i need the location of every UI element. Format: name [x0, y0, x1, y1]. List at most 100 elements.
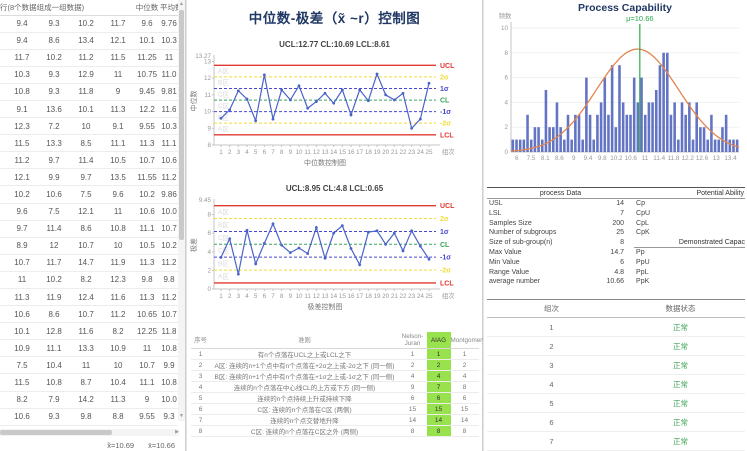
table-cell[interactable]: 10.9: [6, 340, 38, 357]
table-cell[interactable]: 8.6: [38, 306, 70, 323]
table-cell[interactable]: 12: [38, 237, 70, 254]
table-row[interactable]: 10.112.811.68.212.2511.8: [0, 323, 178, 340]
table-row[interactable]: 12.37.2109.19.5510.3: [0, 118, 178, 135]
table-row[interactable]: 10.69.39.88.89.559.3: [0, 408, 178, 425]
table-cell[interactable]: 8.9: [6, 237, 38, 254]
table-cell[interactable]: 10.0: [160, 203, 178, 220]
table-cell[interactable]: 10.6: [134, 203, 160, 220]
table-cell[interactable]: 9.86: [160, 186, 178, 203]
table-cell[interactable]: 10.3: [6, 66, 38, 83]
scroll-down-icon[interactable]: ▼: [178, 412, 185, 421]
table-cell[interactable]: 10.7: [134, 357, 160, 374]
scroll-up-icon[interactable]: ▲: [178, 0, 185, 9]
table-cell[interactable]: 10.2: [160, 237, 178, 254]
table-cell[interactable]: 9.6: [102, 186, 134, 203]
table-cell[interactable]: 10: [102, 357, 134, 374]
table-cell[interactable]: 10.1: [70, 100, 102, 117]
table-row[interactable]: 8.91210.71010.510.2: [0, 237, 178, 254]
table-cell[interactable]: 11.9: [38, 289, 70, 306]
table-cell[interactable]: 12.4: [70, 289, 102, 306]
table-cell[interactable]: 10.6: [38, 186, 70, 203]
table-cell[interactable]: 11.55: [134, 169, 160, 186]
table-cell[interactable]: 11.2: [160, 254, 178, 271]
table-cell[interactable]: 9.4: [6, 15, 38, 32]
table-cell[interactable]: 11.3: [134, 135, 160, 152]
table-cell[interactable]: 9.9: [38, 169, 70, 186]
table-cell[interactable]: 10.8: [102, 220, 134, 237]
table-cell[interactable]: 11.6: [160, 100, 178, 117]
table-cell[interactable]: 11.2: [6, 152, 38, 169]
table-cell[interactable]: 11.3: [102, 100, 134, 117]
table-cell[interactable]: 10.3: [160, 118, 178, 135]
table-cell[interactable]: 10.8: [38, 374, 70, 391]
table-cell[interactable]: 10.4: [102, 374, 134, 391]
table-row[interactable]: 10.68.610.711.210.6510.7: [0, 306, 178, 323]
table-cell[interactable]: 9.81: [160, 83, 178, 100]
table-cell[interactable]: 13.5: [102, 169, 134, 186]
table-cell[interactable]: 11: [102, 66, 134, 83]
table-cell[interactable]: 7.5: [38, 203, 70, 220]
table-cell[interactable]: 9.3: [160, 408, 178, 425]
scroll-right-icon[interactable]: ▶: [175, 429, 179, 436]
table-cell[interactable]: 8.6: [38, 32, 70, 49]
table-cell[interactable]: 10.7: [160, 306, 178, 323]
table-cell[interactable]: 9.4: [6, 32, 38, 49]
table-cell[interactable]: 7.5: [6, 357, 38, 374]
table-cell[interactable]: 10.1: [134, 32, 160, 49]
table-row[interactable]: 1110.28.212.39.89.8: [0, 271, 178, 288]
table-cell[interactable]: 9.7: [38, 152, 70, 169]
table-row[interactable]: 11.510.88.710.411.110.8: [0, 374, 178, 391]
table-cell[interactable]: 11.5: [6, 374, 38, 391]
table-cell[interactable]: 8.2: [70, 271, 102, 288]
table-cell[interactable]: 11.8: [160, 323, 178, 340]
table-cell[interactable]: 8.6: [70, 220, 102, 237]
table-cell[interactable]: 8.2: [6, 391, 38, 408]
table-cell[interactable]: 10.65: [134, 306, 160, 323]
table-row[interactable]: 7.510.4111010.79.9: [0, 357, 178, 374]
table-row[interactable]: 9.67.512.11110.610.0: [0, 203, 178, 220]
table-cell[interactable]: 10: [70, 118, 102, 135]
table-cell[interactable]: 12.8: [38, 323, 70, 340]
table-cell[interactable]: 9.6: [134, 15, 160, 32]
table-cell[interactable]: 12.2: [134, 100, 160, 117]
table-cell[interactable]: 8.7: [70, 374, 102, 391]
table-cell[interactable]: 11.4: [38, 220, 70, 237]
table-cell[interactable]: 9.45: [134, 83, 160, 100]
vertical-scroll-thumb[interactable]: [179, 10, 184, 240]
table-cell[interactable]: 9.55: [134, 408, 160, 425]
table-cell[interactable]: 11: [6, 271, 38, 288]
table-cell[interactable]: 9.9: [160, 357, 178, 374]
table-row[interactable]: 11.311.912.411.611.311.2: [0, 289, 178, 306]
table-cell[interactable]: 11: [134, 340, 160, 357]
table-cell[interactable]: 9: [102, 83, 134, 100]
table-row[interactable]: 11.513.38.511.111.311.1: [0, 135, 178, 152]
table-cell[interactable]: 12.3: [102, 271, 134, 288]
table-cell[interactable]: 10.2: [38, 49, 70, 66]
table-cell[interactable]: 10.9: [102, 340, 134, 357]
table-cell[interactable]: 11.2: [70, 49, 102, 66]
table-cell[interactable]: 10.75: [134, 66, 160, 83]
table-cell[interactable]: 10.4: [38, 357, 70, 374]
table-cell[interactable]: 10.8: [160, 374, 178, 391]
table-cell[interactable]: 10.7: [160, 220, 178, 237]
table-cell[interactable]: 11.3: [134, 289, 160, 306]
table-cell[interactable]: 12.1: [102, 32, 134, 49]
table-cell[interactable]: 12.1: [6, 169, 38, 186]
table-cell[interactable]: 10.7: [70, 237, 102, 254]
table-cell[interactable]: 14.2: [70, 391, 102, 408]
table-cell[interactable]: 10.2: [6, 186, 38, 203]
table-cell[interactable]: 9.3: [38, 408, 70, 425]
table-cell[interactable]: 9.55: [134, 118, 160, 135]
table-cell[interactable]: 11.3: [6, 289, 38, 306]
table-row[interactable]: 10.711.714.711.911.311.2: [0, 254, 178, 271]
table-cell[interactable]: 12.1: [70, 203, 102, 220]
table-cell[interactable]: 11.3: [102, 391, 134, 408]
table-row[interactable]: 12.19.99.713.511.5511.2: [0, 169, 178, 186]
table-row[interactable]: 8.27.914.211.3910.0: [0, 391, 178, 408]
table-cell[interactable]: 10.6: [6, 306, 38, 323]
table-cell[interactable]: 11: [70, 357, 102, 374]
table-cell[interactable]: 9.1: [102, 118, 134, 135]
table-cell[interactable]: 9.1: [6, 100, 38, 117]
table-cell[interactable]: 11.6: [102, 289, 134, 306]
table-cell[interactable]: 10.2: [70, 15, 102, 32]
